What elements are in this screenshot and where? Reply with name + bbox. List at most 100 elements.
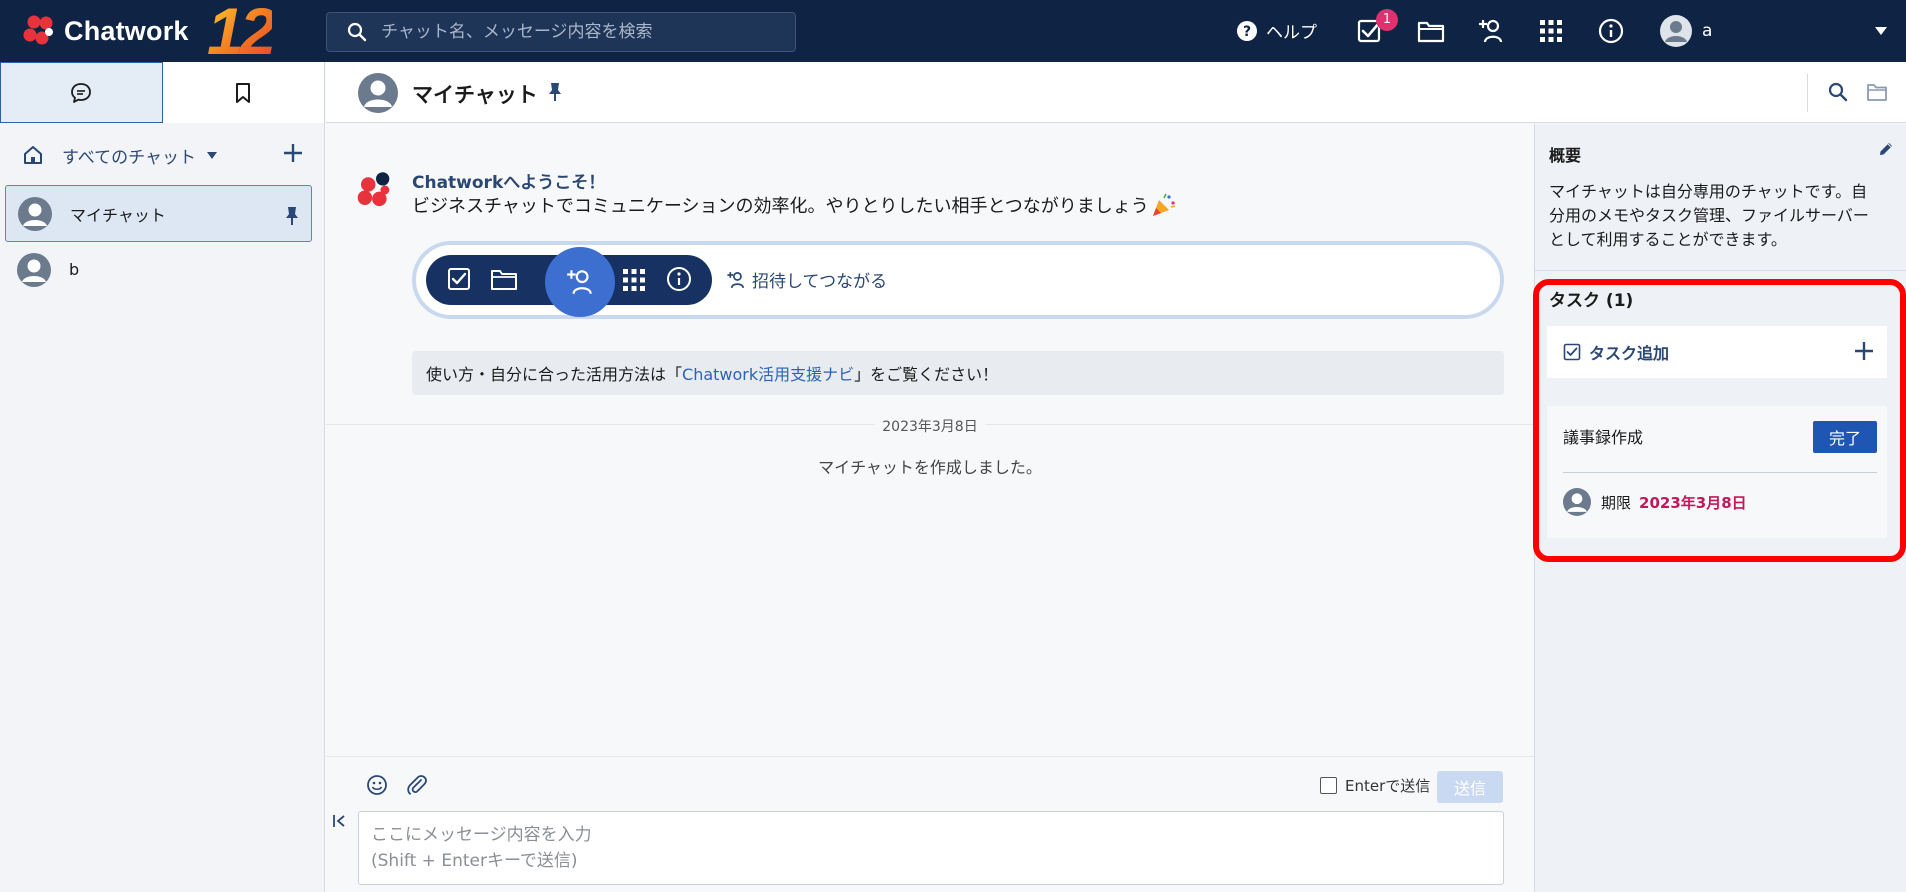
- chat-filter[interactable]: すべてのチャット: [22, 140, 304, 170]
- due-label: 期限: [1601, 493, 1632, 512]
- bookmark-icon: [236, 82, 251, 103]
- chatwork-mark-icon: [357, 172, 390, 207]
- chatwork-logo[interactable]: Chatwork: [22, 12, 189, 50]
- tips-text-after: 」をご覧ください！: [854, 365, 999, 384]
- file-button[interactable]: [1416, 16, 1446, 46]
- search-input[interactable]: [381, 22, 781, 42]
- plus-icon: [284, 144, 302, 162]
- date-divider: 2023年3月8日: [326, 416, 1534, 436]
- info-button[interactable]: [1596, 16, 1626, 46]
- task-count-badge: 1: [1376, 9, 1398, 31]
- search-icon: [347, 22, 367, 42]
- tab-bookmarks[interactable]: [162, 62, 325, 123]
- plus-icon: [1855, 342, 1873, 360]
- caret-down-icon: [1875, 27, 1887, 35]
- svg-text:?: ?: [1243, 24, 1251, 40]
- quick-add-contact-button[interactable]: [545, 247, 615, 317]
- add-contact-icon: [1479, 19, 1503, 43]
- quick-info-button[interactable]: [666, 266, 692, 292]
- info-icon: [1598, 18, 1624, 44]
- invite-label: 招待してつながる: [752, 272, 888, 292]
- add-task-plus[interactable]: [1853, 340, 1875, 362]
- add-contact-button[interactable]: [1476, 16, 1506, 46]
- pin-icon[interactable]: [285, 206, 299, 226]
- message-input[interactable]: ここにメッセージ内容を入力 (Shift + Enterキーで送信): [358, 811, 1504, 885]
- support-navi-link[interactable]: Chatwork活用支援ナビ: [682, 361, 854, 385]
- user-menu-caret[interactable]: [1874, 26, 1888, 36]
- sidebar-room-b[interactable]: b: [5, 241, 312, 298]
- tab-chats[interactable]: [0, 62, 163, 123]
- chat-avatar[interactable]: [358, 73, 398, 113]
- user-name: a: [1702, 21, 1713, 41]
- quick-task-button[interactable]: [446, 266, 472, 292]
- message-composer: Enterで送信 送信 ここにメッセージ内容を入力 (Shift + Enter…: [326, 756, 1534, 892]
- sidebar-tabs: [0, 62, 325, 123]
- attach-file-button[interactable]: [406, 774, 428, 796]
- message-input-placeholder-2: (Shift + Enterキーで送信): [371, 851, 578, 871]
- apps-grid-icon: [1540, 20, 1562, 42]
- help-icon: ?: [1237, 20, 1257, 41]
- search-icon: [1828, 82, 1848, 102]
- header-divider: [1807, 74, 1808, 112]
- message-input-placeholder-1: ここにメッセージ内容を入力: [371, 825, 592, 845]
- add-contact-icon: [567, 270, 592, 295]
- user-menu[interactable]: a: [1660, 15, 1712, 47]
- emoji-icon: [367, 775, 387, 795]
- caret-down-icon: [206, 151, 217, 159]
- sidebar-room-mychat[interactable]: マイチャット: [5, 185, 312, 242]
- add-chat-button[interactable]: [282, 142, 304, 164]
- apps-grid-icon: [623, 269, 645, 291]
- message-timeline: Chatworkへようこそ！ ビジネスチャットでコミュニケーションの効率化。やり…: [326, 124, 1534, 756]
- enter-to-send-checkbox[interactable]: [1320, 777, 1337, 794]
- folder-icon: [1867, 84, 1887, 101]
- enter-to-send-toggle[interactable]: Enterで送信: [1320, 775, 1430, 796]
- avatar: [18, 196, 52, 231]
- apps-button[interactable]: [1536, 16, 1566, 46]
- avatar: [358, 73, 398, 113]
- info-icon: [667, 267, 691, 291]
- overview-description: マイチャットは自分専用のチャットです。自分用のメモやタスク管理、ファイルサーバー…: [1549, 182, 1869, 249]
- chat-bubble-icon: [71, 82, 92, 103]
- chatwork-logo-icon: [23, 15, 53, 45]
- party-popper-icon: [1152, 193, 1175, 216]
- emoji-button[interactable]: [366, 774, 388, 796]
- folder-icon: [1417, 21, 1445, 43]
- chat-files-button[interactable]: [1866, 82, 1888, 102]
- chat-title: マイチャット: [412, 83, 538, 107]
- folder-icon: [491, 270, 517, 290]
- quick-apps-button[interactable]: [622, 268, 646, 292]
- pin-icon: [549, 83, 561, 101]
- collapse-panel-button[interactable]: [332, 813, 348, 829]
- chat-search-button[interactable]: [1828, 82, 1848, 102]
- collapse-left-icon: [333, 815, 345, 827]
- welcome-body-text: ビジネスチャットでコミュニケーションの効率化。やりとりしたい相手とつながりましょ…: [412, 196, 1149, 217]
- pin-button[interactable]: [548, 82, 562, 102]
- date-label: 2023年3月8日: [874, 419, 986, 435]
- help-button[interactable]: ? ヘルプ: [1236, 18, 1317, 43]
- pencil-icon: [1880, 143, 1892, 155]
- task-check-icon: [1563, 343, 1581, 361]
- chatwork-logo-icon: [356, 170, 396, 210]
- overview-title: 概要: [1549, 146, 1582, 165]
- avatar: [17, 252, 51, 287]
- home-icon: [24, 146, 42, 164]
- add-contact-icon: [727, 271, 744, 288]
- room-name: マイチャット: [70, 205, 166, 225]
- system-message: マイチャットを作成しました。: [818, 458, 1042, 477]
- task-meta: 期限 2023年3月8日: [1563, 488, 1747, 516]
- invite-link[interactable]: 招待してつながる: [726, 267, 887, 292]
- tips-text-before: 使い方・自分に合った活用方法は「: [426, 365, 683, 384]
- global-search[interactable]: [326, 12, 796, 52]
- quick-file-button[interactable]: [490, 266, 518, 292]
- room-info-panel: 概要 マイチャットは自分専用のチャットです。自分用のメモやタスク管理、ファイルサ…: [1534, 124, 1906, 892]
- edit-overview-button[interactable]: [1877, 140, 1895, 158]
- add-task-button[interactable]: タスク追加: [1547, 326, 1887, 378]
- due-date: 2023年3月8日: [1639, 493, 1747, 512]
- top-bar: Chatwork 12 ? ヘルプ 1: [0, 0, 1906, 64]
- task-name: 議事録作成: [1563, 428, 1644, 447]
- task-divider: [1563, 472, 1877, 473]
- help-label: ヘルプ: [1266, 23, 1317, 43]
- complete-task-button[interactable]: 完了: [1813, 421, 1877, 453]
- send-button[interactable]: 送信: [1437, 771, 1503, 803]
- quick-action-bar: [426, 247, 712, 317]
